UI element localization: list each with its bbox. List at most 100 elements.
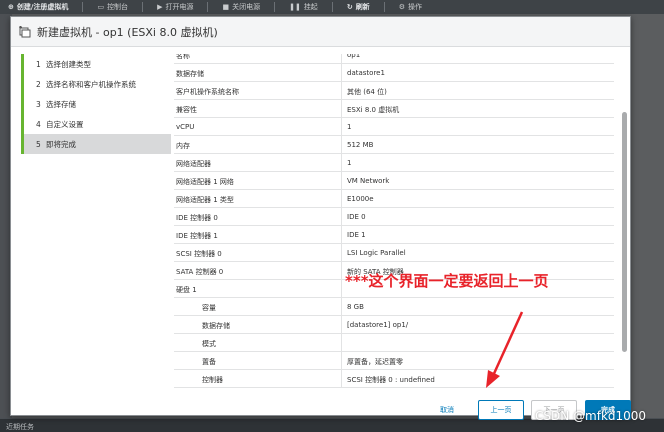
wizard-step-1[interactable]: 1 选择创建类型: [21, 54, 171, 74]
row-value: 512 MB: [347, 141, 374, 149]
refresh-icon: ↻: [346, 3, 353, 11]
toolbar-item-label: 打开电源: [165, 3, 194, 11]
toolbar-item-create[interactable]: ⊕ 创建/注册虚拟机: [8, 2, 68, 12]
toolbar-item-actions[interactable]: ⚙ 操作: [399, 2, 422, 12]
scrollbar-thumb[interactable]: [622, 112, 627, 352]
table-row: 兼容性 ESXi 8.0 虚拟机: [174, 100, 614, 118]
column-divider: [341, 316, 342, 333]
toolbar-item-power-on[interactable]: ▶ 打开电源: [157, 2, 193, 12]
toolbar-item-power-off[interactable]: ■ 关闭电源: [222, 2, 260, 12]
table-row: 数据存储 [datastore1] op1/: [174, 316, 614, 334]
toolbar-item-label: 关闭电源: [232, 3, 261, 11]
toolbar-item-label: 刷新: [355, 3, 370, 11]
column-divider: [341, 54, 342, 63]
wizard-steps: 1 选择创建类型 2 选择名称和客户机操作系统 3 选择存储 4 自定义设置 5 即将完成: [21, 54, 171, 396]
row-key: IDE 控制器 1: [176, 232, 218, 240]
row-value: 厚置备，延迟置零: [347, 358, 403, 366]
toolbar-divider: [331, 2, 333, 12]
column-divider: [341, 100, 342, 117]
row-value: ESXi 8.0 虚拟机: [347, 106, 400, 114]
column-divider: [341, 190, 342, 207]
table-row: 模式: [174, 334, 614, 352]
step-label: 选择创建类型: [46, 59, 91, 69]
add-vm-icon: ⊕: [8, 3, 14, 11]
row-value: 1: [347, 123, 352, 131]
column-divider: [341, 82, 342, 99]
toolbar-item-label: 挂起: [303, 3, 318, 11]
toolbar-divider: [207, 2, 209, 12]
row-value: SCSI 控制器 0 : undefined: [347, 376, 435, 384]
wizard-step-2[interactable]: 2 选择名称和客户机操作系统: [21, 74, 171, 94]
table-row: SCSI 控制器 0 LSI Logic Parallel: [174, 244, 614, 262]
toolbar-item-console[interactable]: ▭ 控制台: [97, 2, 128, 12]
column-divider: [341, 298, 342, 315]
summary-panel[interactable]: 名称 op1 数据存储 datastore1 客户机操作系统名称 其他 (64 位) 兼容性…: [174, 54, 619, 396]
row-value: LSI Logic Parallel: [347, 249, 406, 257]
table-row: 网络适配器 1 类型 E1000e: [174, 190, 614, 208]
annotation-arrow: [486, 311, 524, 388]
column-divider: [341, 334, 342, 351]
pause-icon: ❚❚: [289, 3, 301, 11]
table-row: 容量 8 GB: [174, 298, 614, 316]
toolbar-item-label: 创建/注册虚拟机: [16, 3, 69, 11]
row-key: SATA 控制器 0: [176, 268, 224, 276]
toolbar-item-label: 操作: [407, 3, 422, 11]
console-icon: ▭: [97, 3, 105, 11]
row-key: 网络适配器 1 类型: [176, 196, 234, 204]
table-row: 置备 厚置备，延迟置零: [174, 352, 614, 370]
row-key: 控制器: [202, 376, 223, 384]
row-value: IDE 0: [347, 213, 366, 221]
column-divider: [341, 244, 342, 261]
back-button[interactable]: 上一页: [478, 400, 524, 420]
wizard-step-5[interactable]: 5 即将完成: [21, 134, 171, 154]
step-number: 3: [36, 99, 41, 109]
toolbar-divider: [274, 2, 276, 12]
row-key: 硬盘 1: [176, 286, 197, 294]
new-vm-dialog: 新建虚拟机 - op1 (ESXi 8.0 虚拟机) 1 选择创建类型 2 选择名称和…: [10, 16, 631, 420]
row-key: 数据存储: [202, 322, 230, 330]
vm-icon: [19, 25, 31, 38]
watermark-text: CSDN @mfkd1000: [535, 409, 647, 423]
step-number: 4: [36, 119, 41, 129]
column-divider: [341, 118, 342, 135]
table-row: 网络适配器 1 网络 VM Network: [174, 172, 614, 190]
row-value: 其他 (64 位): [347, 88, 387, 96]
background-toolbar: ⊕ 创建/注册虚拟机 ▭ 控制台 ▶ 打开电源 ■ 关闭电源 ❚❚ 挂起 ↻ 刷…: [0, 0, 664, 14]
table-row: vCPU 1: [174, 118, 614, 136]
row-key: 客户机操作系统名称: [176, 88, 239, 96]
wizard-step-3[interactable]: 3 选择存储: [21, 94, 171, 114]
table-row: 名称 op1: [174, 54, 614, 64]
summary-table: 名称 op1 数据存储 datastore1 客户机操作系统名称 其他 (64 位) 兼容性…: [174, 54, 614, 388]
step-number: 5: [36, 139, 41, 149]
row-key: IDE 控制器 0: [176, 214, 218, 222]
play-icon: ▶: [157, 3, 163, 11]
column-divider: [341, 136, 342, 153]
step-label: 即将完成: [46, 139, 76, 149]
row-value: 8 GB: [347, 303, 364, 311]
row-key: 内存: [176, 142, 190, 150]
step-label: 选择名称和客户机操作系统: [46, 79, 136, 89]
toolbar-item-suspend[interactable]: ❚❚ 挂起: [289, 2, 318, 12]
column-divider: [341, 64, 342, 81]
row-value: op1: [347, 54, 361, 59]
row-key: 数据存储: [176, 70, 204, 78]
row-value: VM Network: [347, 177, 390, 185]
table-row: 客户机操作系统名称 其他 (64 位): [174, 82, 614, 100]
row-key: 容量: [202, 304, 216, 312]
annotation-text: ***这个界面一定要返回上一页: [345, 272, 549, 290]
row-value: E1000e: [347, 195, 374, 203]
cancel-button[interactable]: 取消: [427, 400, 467, 420]
table-row: 数据存储 datastore1: [174, 64, 614, 82]
row-key: 兼容性: [176, 106, 197, 114]
column-divider: [341, 172, 342, 189]
column-divider: [341, 352, 342, 369]
toolbar-item-refresh[interactable]: ↻ 刷新: [347, 2, 370, 12]
dialog-header: 新建虚拟机 - op1 (ESXi 8.0 虚拟机): [11, 17, 630, 47]
wizard-step-4[interactable]: 4 自定义设置: [21, 114, 171, 134]
column-divider: [341, 280, 342, 297]
column-divider: [341, 370, 342, 387]
toolbar-divider: [142, 2, 144, 12]
row-key: 网络适配器 1 网络: [176, 178, 234, 186]
row-key: 模式: [202, 340, 216, 348]
column-divider: [341, 262, 342, 279]
